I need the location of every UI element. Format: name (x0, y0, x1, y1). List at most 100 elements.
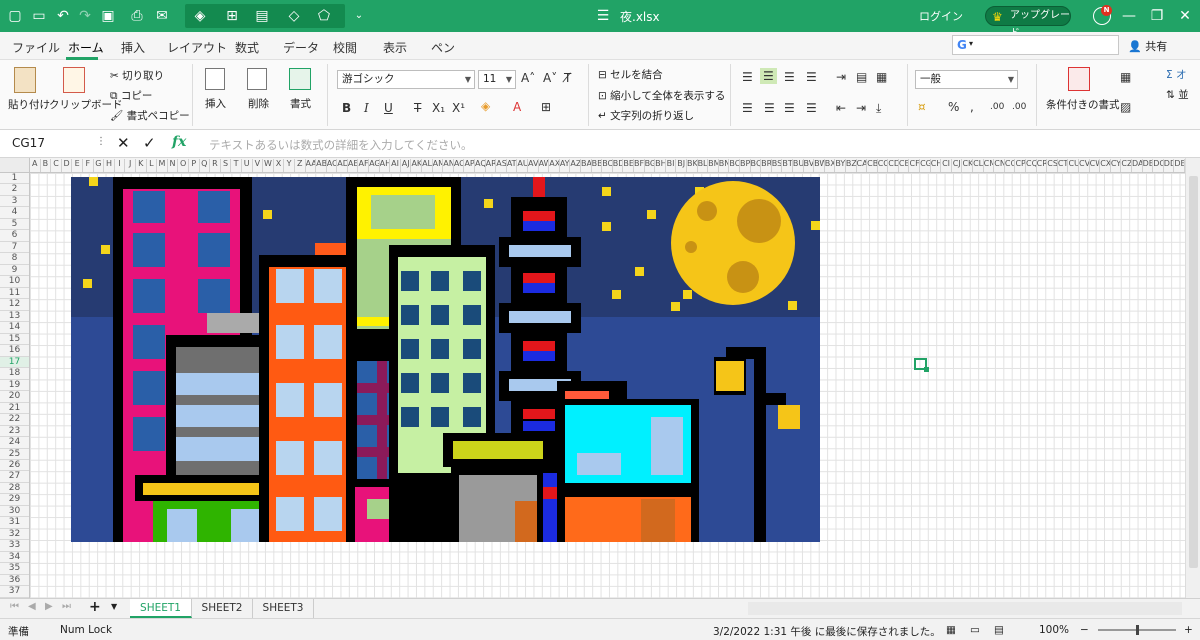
row-header[interactable]: 7 (0, 242, 29, 254)
row-header[interactable]: 14 (0, 322, 29, 334)
column-header[interactable]: BF (634, 159, 645, 172)
cell-style-icon[interactable]: ▤ (253, 7, 271, 25)
column-header[interactable]: AS (496, 159, 507, 172)
column-header[interactable]: BN (719, 159, 730, 172)
column-header[interactable]: BT (782, 159, 793, 172)
percent-icon[interactable]: % (948, 100, 959, 114)
column-header[interactable]: AE (348, 159, 359, 172)
open-folder-icon[interactable]: ▭ (30, 7, 48, 25)
row-header[interactable]: 3 (0, 196, 29, 208)
column-header[interactable]: AO (454, 159, 465, 172)
row-header[interactable]: 34 (0, 552, 29, 564)
column-header[interactable]: CI (941, 159, 952, 172)
column-header[interactable]: CQ (1026, 159, 1037, 172)
menu-file[interactable]: ファイル (12, 39, 60, 56)
column-header[interactable]: BB (592, 159, 603, 172)
row-header[interactable]: 15 (0, 334, 29, 346)
column-header[interactable]: G (94, 159, 105, 172)
column-header[interactable]: CK (962, 159, 974, 172)
column-header[interactable]: CO (1005, 159, 1016, 172)
column-header[interactable]: O (178, 159, 189, 172)
decrease-decimal-icon[interactable]: .00 (1012, 102, 1026, 112)
column-header[interactable]: AX (549, 159, 560, 172)
font-name-select[interactable]: 游ゴシック ▼ (337, 70, 475, 89)
border-style-icon[interactable]: ⊞ (541, 100, 551, 114)
formula-input[interactable]: テキストあるいは数式の詳細を入力してください。 (209, 137, 472, 153)
page-break-icon[interactable]: ▤ (994, 624, 1004, 636)
column-header[interactable]: W (263, 159, 274, 172)
row-header[interactable]: 32 (0, 529, 29, 541)
column-header[interactable]: CB (867, 159, 878, 172)
column-header[interactable]: Y (284, 159, 295, 172)
row-header[interactable]: 10 (0, 276, 29, 288)
paste-icon[interactable] (14, 67, 36, 93)
column-header[interactable]: CM (984, 159, 995, 172)
column-header[interactable]: BL (698, 159, 709, 172)
column-header[interactable]: CP (1015, 159, 1027, 172)
column-header[interactable]: AR (486, 159, 497, 172)
currency-icon[interactable]: ¤ (918, 100, 926, 114)
column-header[interactable]: E (72, 159, 83, 172)
justify-icon[interactable]: ☰ (806, 70, 817, 84)
column-header[interactable]: AN (443, 159, 454, 172)
orientation-icon[interactable]: ▤ (856, 70, 867, 84)
column-header[interactable]: BM (708, 159, 719, 172)
column-header[interactable]: AP (464, 159, 476, 172)
column-header[interactable]: K (136, 159, 147, 172)
column-header[interactable]: AG (369, 159, 380, 172)
column-header[interactable]: BR (761, 159, 772, 172)
column-header[interactable]: CV (1079, 159, 1090, 172)
align-right-icon[interactable]: ☰ (784, 101, 795, 115)
row-header[interactable]: 29 (0, 494, 29, 506)
column-header[interactable]: CG (920, 159, 931, 172)
column-header[interactable]: DE (1174, 159, 1185, 172)
column-header[interactable]: Z (295, 159, 306, 172)
select-all-corner[interactable] (0, 158, 30, 173)
restore-icon[interactable]: ❐ (1148, 7, 1166, 25)
close-icon[interactable]: ✕ (1176, 7, 1194, 25)
column-header[interactable]: CF (909, 159, 921, 172)
column-header[interactable]: AH (380, 159, 391, 172)
row-header[interactable]: 22 (0, 414, 29, 426)
print-icon[interactable]: ⎙ (128, 7, 146, 25)
cell-style-icon[interactable]: ▨ (1120, 100, 1131, 114)
conditional-format-button[interactable]: 条件付きの書式 (1046, 97, 1120, 112)
column-header[interactable]: J (125, 159, 136, 172)
column-header[interactable]: BC (602, 159, 613, 172)
column-header[interactable]: BK (687, 159, 698, 172)
row-header[interactable]: 24 (0, 437, 29, 449)
increase-decimal-icon[interactable]: .00 (990, 102, 1004, 112)
column-header[interactable]: CY (1111, 159, 1122, 172)
menu-list-icon[interactable]: ☰ (594, 7, 612, 25)
column-header[interactable]: V (253, 159, 264, 172)
new-file-icon[interactable]: ▢ (6, 7, 24, 25)
row-header[interactable]: 27 (0, 471, 29, 483)
column-header[interactable]: BW (814, 159, 825, 172)
column-header[interactable]: DD (1164, 159, 1175, 172)
row-header[interactable]: 8 (0, 253, 29, 265)
row-header[interactable]: 4 (0, 207, 29, 219)
align-middle-icon[interactable]: ☰ (760, 68, 777, 84)
bold-icon[interactable]: B (342, 101, 351, 115)
format-painter-button[interactable]: 🖌 書式ペコピー (110, 108, 190, 123)
clipboard-icon[interactable] (63, 67, 85, 93)
minimize-icon[interactable]: — (1120, 7, 1138, 25)
column-header[interactable]: L (147, 159, 158, 172)
column-header[interactable]: CU (1068, 159, 1080, 172)
column-header[interactable]: U (242, 159, 253, 172)
underline-icon[interactable]: U (384, 101, 393, 115)
tab-sheet1[interactable]: SHEET1 (130, 599, 192, 618)
zoom-slider-thumb[interactable] (1136, 625, 1139, 635)
column-header[interactable]: CD (888, 159, 899, 172)
column-header[interactable]: T (231, 159, 242, 172)
column-header[interactable]: BD (613, 159, 624, 172)
increase-indent-icon[interactable]: ⇥ (856, 101, 866, 115)
row-header[interactable]: 25 (0, 449, 29, 460)
row-header[interactable]: 17 (0, 356, 29, 369)
column-header[interactable]: AK (411, 159, 423, 172)
row-header[interactable]: 5 (0, 219, 29, 231)
column-header[interactable]: BZ (846, 159, 857, 172)
column-header[interactable]: AW (539, 159, 550, 172)
conditional-format-icon[interactable] (1068, 67, 1090, 91)
zoom-out-icon[interactable]: − (1080, 624, 1089, 636)
